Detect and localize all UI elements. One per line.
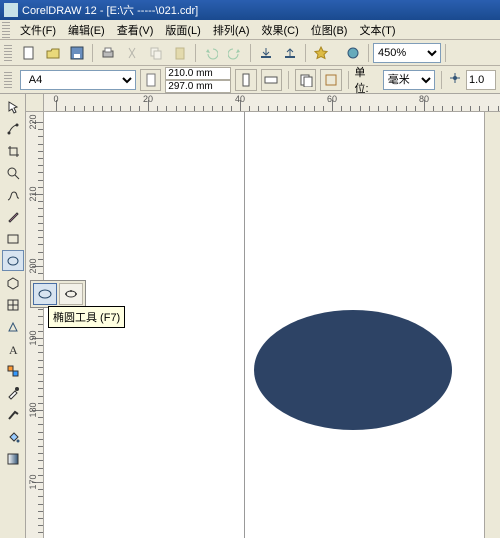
- grip-icon: [2, 22, 10, 38]
- toolbox: A: [0, 94, 26, 538]
- redo-button[interactable]: [224, 42, 246, 64]
- zoom-tool[interactable]: [2, 162, 24, 183]
- separator: [250, 44, 251, 62]
- separator: [368, 44, 369, 62]
- graph-paper-tool[interactable]: [2, 294, 24, 315]
- nudge-field[interactable]: [466, 70, 496, 90]
- paper-size-select[interactable]: A4: [20, 70, 136, 90]
- separator: [195, 44, 196, 62]
- horizontal-ruler[interactable]: 020406080: [26, 94, 500, 112]
- menu-bitmap[interactable]: 位图(B): [305, 20, 354, 40]
- outline-tool[interactable]: [2, 404, 24, 425]
- interactive-fill-tool[interactable]: [2, 448, 24, 469]
- corel-online-button[interactable]: [342, 42, 364, 64]
- ruler-origin[interactable]: [26, 94, 44, 112]
- grip-icon: [4, 45, 12, 61]
- tooltip: 椭圆工具 (F7): [48, 306, 125, 328]
- text-tool[interactable]: A: [2, 338, 24, 359]
- standard-toolbar: 450%: [0, 40, 500, 66]
- pages-button[interactable]: [295, 69, 316, 91]
- fill-tool[interactable]: [2, 426, 24, 447]
- vertical-ruler[interactable]: 220210200190180170: [26, 112, 44, 538]
- app-launcher-button[interactable]: [310, 42, 332, 64]
- menu-file[interactable]: 文件(F): [14, 20, 62, 40]
- ellipse-tool-flyout: [30, 280, 86, 308]
- separator: [445, 44, 446, 62]
- import-button[interactable]: [255, 42, 277, 64]
- page-width-field[interactable]: [165, 67, 231, 80]
- separator: [441, 71, 442, 89]
- paste-button[interactable]: [169, 42, 191, 64]
- orientation-portrait-button[interactable]: [235, 69, 256, 91]
- window-title: CorelDRAW 12 - [E:\六 -----\021.cdr]: [22, 2, 198, 18]
- open-button[interactable]: [42, 42, 64, 64]
- save-button[interactable]: [66, 42, 88, 64]
- export-button[interactable]: [279, 42, 301, 64]
- snap-button[interactable]: [320, 69, 341, 91]
- grip-icon: [4, 72, 12, 88]
- nudge-icon: [448, 71, 462, 88]
- freehand-tool[interactable]: [2, 184, 24, 205]
- menu-layout[interactable]: 版面(L): [159, 20, 206, 40]
- ellipse-tool[interactable]: [2, 250, 24, 271]
- pick-tool[interactable]: [2, 96, 24, 117]
- separator: [92, 44, 93, 62]
- cut-button[interactable]: [121, 42, 143, 64]
- interactive-blend-tool[interactable]: [2, 360, 24, 381]
- units-label: 单位:: [355, 64, 379, 96]
- workspace: A 椭圆工具 (F7) 020406080 220210200190180170: [0, 94, 500, 538]
- smart-draw-tool[interactable]: [2, 206, 24, 227]
- polygon-tool[interactable]: [2, 272, 24, 293]
- page-edge: [244, 112, 245, 538]
- ellipse-tool-option[interactable]: [33, 283, 57, 305]
- undo-button[interactable]: [200, 42, 222, 64]
- orientation-landscape-button[interactable]: [261, 69, 282, 91]
- rectangle-tool[interactable]: [2, 228, 24, 249]
- menu-effects[interactable]: 效果(C): [256, 20, 305, 40]
- app-icon: [4, 3, 18, 17]
- svg-text:A: A: [9, 343, 18, 356]
- page-height-field[interactable]: [165, 80, 231, 93]
- basic-shapes-tool[interactable]: [2, 316, 24, 337]
- print-button[interactable]: [97, 42, 119, 64]
- ellipse-shape[interactable]: [254, 310, 452, 430]
- menu-edit[interactable]: 编辑(E): [62, 20, 111, 40]
- eyedropper-tool[interactable]: [2, 382, 24, 403]
- separator: [305, 44, 306, 62]
- menu-bar: 文件(F) 编辑(E) 查看(V) 版面(L) 排列(A) 效果(C) 位图(B…: [0, 20, 500, 40]
- separator: [348, 71, 349, 89]
- crop-tool[interactable]: [2, 140, 24, 161]
- vertical-scrollbar[interactable]: [484, 112, 500, 538]
- shape-tool[interactable]: [2, 118, 24, 139]
- copy-button[interactable]: [145, 42, 167, 64]
- portrait-button[interactable]: [140, 69, 161, 91]
- menu-arrange[interactable]: 排列(A): [207, 20, 256, 40]
- three-point-ellipse-option[interactable]: [59, 283, 83, 305]
- zoom-select[interactable]: 450%: [373, 43, 441, 63]
- property-bar: A4 单位: 毫米: [0, 66, 500, 94]
- new-button[interactable]: [18, 42, 40, 64]
- menu-view[interactable]: 查看(V): [111, 20, 160, 40]
- separator: [288, 71, 289, 89]
- page-dimensions: [165, 67, 231, 93]
- menu-text[interactable]: 文本(T): [353, 20, 401, 40]
- units-select[interactable]: 毫米: [383, 70, 435, 90]
- title-bar: CorelDRAW 12 - [E:\六 -----\021.cdr]: [0, 0, 500, 20]
